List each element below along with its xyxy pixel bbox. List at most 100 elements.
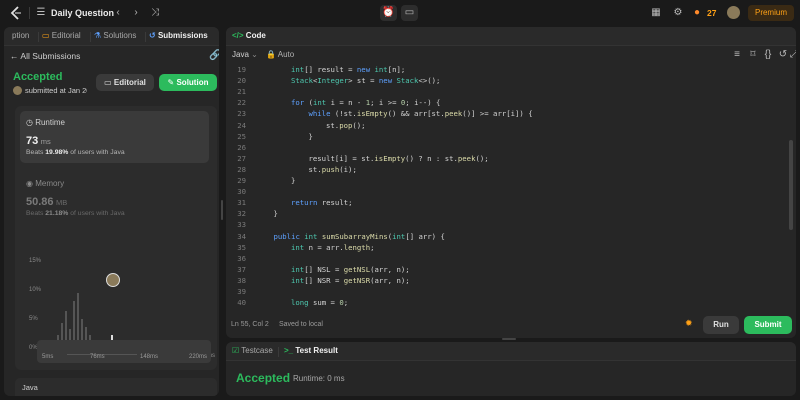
runtime-box[interactable]: ◷ Runtime 73 ms Beats 19.98% of users wi… bbox=[20, 111, 209, 163]
line-number: 27 bbox=[237, 153, 246, 163]
code-token: } bbox=[308, 131, 313, 141]
code-line[interactable]: 32} bbox=[226, 208, 278, 219]
code-line[interactable]: 30 bbox=[226, 186, 256, 197]
tab-solutions[interactable]: ⚗ Solutions bbox=[94, 31, 136, 40]
page-title[interactable]: Daily Question bbox=[51, 8, 114, 18]
memory-value: 50.86 bbox=[26, 196, 54, 208]
tab-description[interactable]: ption bbox=[12, 31, 29, 40]
format-icon[interactable]: ≡ bbox=[732, 49, 742, 61]
panel-resize-handle[interactable] bbox=[221, 200, 223, 220]
layout-icon[interactable]: ▦ bbox=[650, 7, 662, 19]
code-area[interactable]: 19 int[] result = new int[n]; 20 Stack<Inte… bbox=[226, 64, 786, 312]
run-button[interactable]: Run bbox=[703, 316, 739, 334]
language-select[interactable]: Java ⌄ bbox=[232, 50, 258, 59]
autocomplete-toggle[interactable]: 🔒 Auto bbox=[266, 50, 294, 59]
code-line[interactable]: 29} bbox=[226, 175, 295, 186]
braces-icon[interactable]: {} bbox=[763, 49, 773, 61]
code-token: peek bbox=[457, 153, 476, 163]
debug-bug-icon[interactable]: ✹ bbox=[685, 318, 693, 329]
runtime-distribution-chart[interactable]: 15% 10% 5% 0% bbox=[17, 230, 215, 359]
tab-test-result[interactable]: >_ Test Result bbox=[284, 346, 338, 355]
submitted-time: submitted at Jan 20 bbox=[25, 86, 87, 95]
code-line[interactable]: 36 bbox=[226, 253, 256, 264]
code-brackets-icon: </> bbox=[232, 31, 246, 40]
problem-list-icon[interactable]: ☰ bbox=[35, 7, 47, 19]
history-icon: ↺ bbox=[149, 31, 158, 40]
code-token: while bbox=[308, 109, 331, 119]
reset-icon[interactable]: ↺ bbox=[778, 49, 788, 61]
code-line[interactable]: 26 bbox=[226, 142, 256, 153]
tab-code[interactable]: </> Code bbox=[232, 31, 266, 40]
runtime-unit: ms bbox=[40, 137, 51, 146]
code-token: } bbox=[273, 209, 278, 219]
code-token: int bbox=[392, 231, 406, 241]
code-token: result[i] = st. bbox=[308, 153, 375, 163]
code-token: int bbox=[291, 65, 305, 74]
tab-submissions[interactable]: ↺ Submissions bbox=[149, 31, 208, 40]
code-token: new bbox=[378, 76, 393, 86]
link-icon[interactable]: 🔗 bbox=[209, 50, 219, 62]
code-token: int bbox=[312, 98, 327, 108]
code-token: peek bbox=[444, 109, 463, 119]
code-token: public bbox=[273, 231, 300, 241]
code-token: for bbox=[291, 98, 305, 108]
chevron-down-icon: ⌄ bbox=[248, 50, 258, 59]
clock-icon: ◷ bbox=[26, 118, 36, 127]
code-line[interactable]: 31 return result; bbox=[226, 197, 352, 208]
code-token: (!st. bbox=[330, 109, 357, 119]
notes-button[interactable]: ▭ bbox=[401, 5, 418, 21]
code-line[interactable]: 27 result[i] = st.isEmpty() ? n : st.peek… bbox=[226, 153, 489, 164]
lock-icon: 🔒 bbox=[266, 50, 278, 59]
runtime-beats: Beats 19.98% of users with Java bbox=[26, 149, 125, 156]
editorial-button[interactable]: ▭ Editorial bbox=[96, 74, 154, 91]
solution-button[interactable]: ✎ Solution bbox=[159, 74, 217, 91]
code-token: getNSL bbox=[343, 264, 371, 274]
checkbox-icon: ☑ bbox=[232, 346, 242, 355]
save-status: Saved to local bbox=[279, 321, 323, 328]
line-number: 25 bbox=[237, 131, 246, 141]
next-question-icon[interactable]: › bbox=[131, 7, 141, 19]
code-token: new bbox=[356, 65, 371, 74]
avatar[interactable] bbox=[727, 6, 740, 19]
memory-label: Memory bbox=[35, 179, 65, 188]
tab-testcase[interactable]: ☑ Testcase bbox=[232, 346, 273, 355]
code-line[interactable]: 19 int[] result = new int[n]; bbox=[226, 64, 405, 75]
prev-question-icon[interactable]: ‹ bbox=[113, 7, 123, 19]
code-line[interactable]: 28 st.push(i); bbox=[226, 164, 357, 175]
terminal-icon: >_ bbox=[284, 346, 296, 355]
code-line[interactable]: 35 int n = arr.length; bbox=[226, 242, 374, 253]
code-line[interactable]: 20 Stack<Integer> st = new Stack<>(); bbox=[226, 75, 440, 86]
streak-flame-icon[interactable]: ● bbox=[694, 7, 700, 18]
code-line[interactable]: 33 bbox=[226, 219, 256, 230]
code-line[interactable]: 39 bbox=[226, 286, 256, 297]
code-line[interactable]: 25} bbox=[226, 131, 313, 142]
fullscreen-icon[interactable]: ⤢ bbox=[790, 49, 796, 61]
memory-box[interactable]: ◉ Memory 50.86 MB Beats 21.18% of users … bbox=[20, 167, 209, 219]
code-line[interactable]: 23 while (!st.isEmpty() && arr[st.peek()]… bbox=[226, 108, 532, 119]
code-token: (); bbox=[475, 153, 489, 163]
back-to-submissions[interactable]: ← All Submissions bbox=[10, 51, 80, 61]
code-line[interactable]: 34 public int sumSubarrayMins(int[] arr) … bbox=[226, 231, 445, 242]
current-submission-marker[interactable] bbox=[106, 273, 120, 287]
tab-editorial[interactable]: ▭ Editorial bbox=[42, 31, 81, 40]
logo-icon[interactable] bbox=[9, 6, 23, 20]
distribution-overview[interactable]: 5ms 76ms 148ms 220ms bbox=[37, 340, 211, 363]
settings-gear-icon[interactable]: ⚙ bbox=[672, 7, 684, 19]
premium-button[interactable]: Premium bbox=[748, 5, 794, 21]
editor-scrollbar[interactable] bbox=[789, 140, 793, 230]
bookmark-icon[interactable]: ⌑ bbox=[748, 49, 758, 61]
code-line[interactable]: 40 long sum = 0; bbox=[226, 297, 348, 308]
code-line[interactable]: 22 for (int i = n - 1; i >= 0; i--) { bbox=[226, 97, 440, 108]
submit-button[interactable]: Submit bbox=[744, 316, 792, 334]
code-line[interactable]: 21 bbox=[226, 86, 256, 97]
code-token: Integer bbox=[317, 76, 349, 86]
code-line[interactable]: 37 int[] NSL = getNSL(arr, n); bbox=[226, 264, 409, 275]
code-token: getNSR bbox=[343, 275, 371, 285]
book-icon: ▭ bbox=[42, 31, 52, 40]
code-token: long bbox=[291, 298, 309, 308]
editor-resize-handle[interactable] bbox=[502, 338, 516, 340]
timer-button[interactable]: ⏰ bbox=[380, 5, 397, 21]
shuffle-icon[interactable]: ⤨ bbox=[149, 7, 161, 19]
code-line[interactable]: 24 st.pop(); bbox=[226, 120, 365, 131]
code-line[interactable]: 38 int[] NSR = getNSR(arr, n); bbox=[226, 275, 409, 286]
